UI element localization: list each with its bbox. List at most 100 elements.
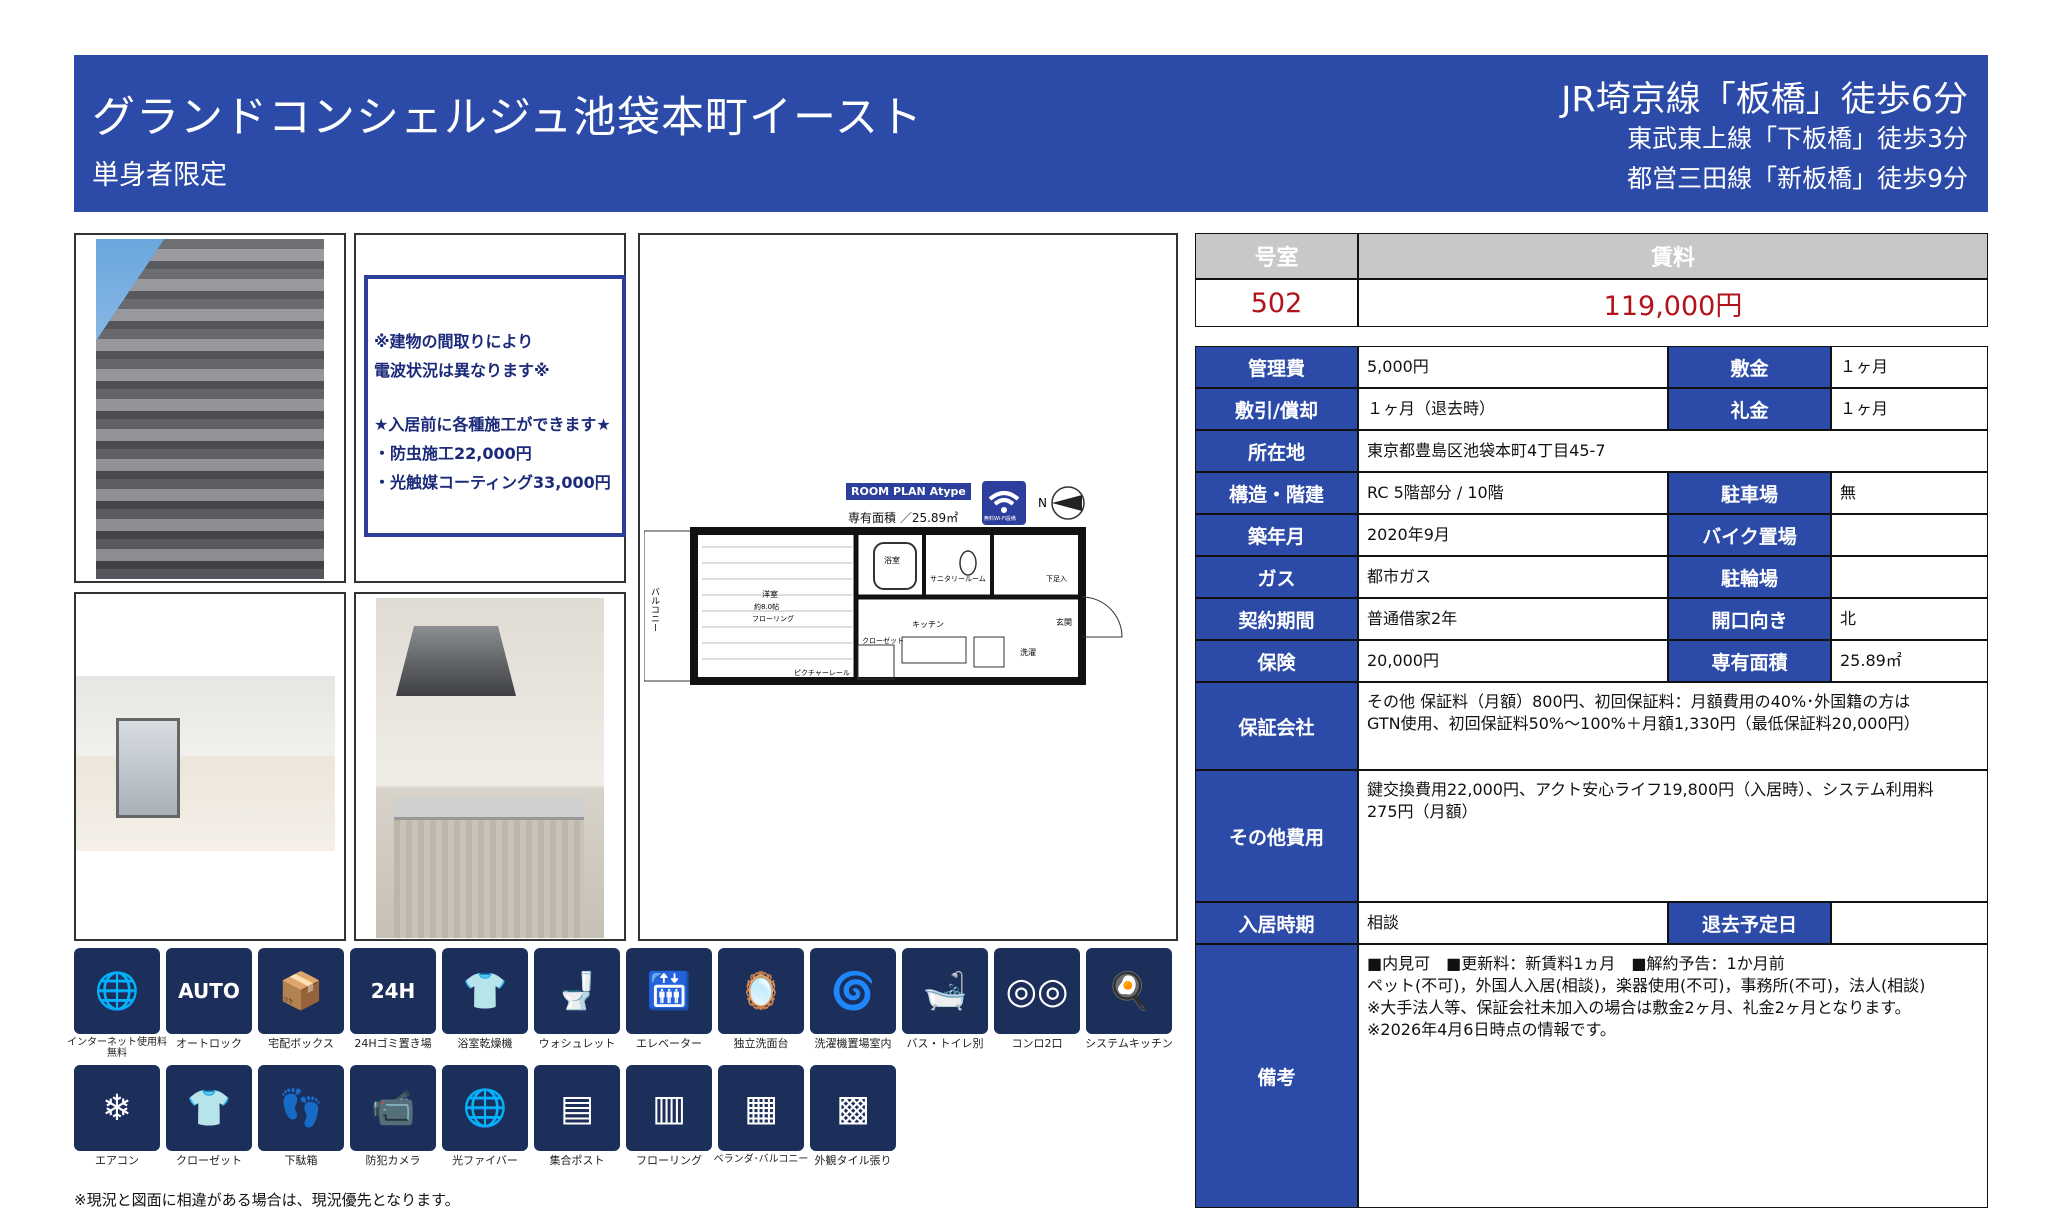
mailbox-icon: ▤ bbox=[534, 1065, 620, 1151]
amenity-label: ウォシュレット bbox=[538, 1037, 616, 1050]
label-bike-parking: バイク置場 bbox=[1668, 514, 1831, 556]
interior-photo-frame bbox=[74, 592, 346, 941]
property-title: グランドコンシェルジュ池袋本町イースト bbox=[92, 93, 923, 143]
washbasin-icon: 🪞 bbox=[718, 948, 804, 1034]
amenity-label: クローゼット bbox=[176, 1154, 242, 1167]
label-insurance: 保険 bbox=[1195, 640, 1358, 682]
amenity-label: バス・トイレ別 bbox=[906, 1037, 984, 1050]
amenity-label: オートロック bbox=[176, 1037, 242, 1050]
plan-area-label: 専有面積 ／25.89㎡ bbox=[848, 511, 959, 525]
auto-lock-icon: AUTO bbox=[166, 948, 252, 1034]
value-address: 東京都豊島区池袋本町4丁目45-7 bbox=[1358, 430, 1988, 472]
floor-plan-drawing: バルコニー 洋室 約8.0帖 フローリング 浴室 サニタリールーム キッチン ク… bbox=[644, 527, 1123, 685]
amenity-label: ベランダ･バルコニー bbox=[713, 1154, 809, 1165]
plan-label-entrance: 玄関 bbox=[1056, 617, 1072, 627]
value-contract: 普通借家2年 bbox=[1358, 598, 1668, 640]
amenity-label: エアコン bbox=[95, 1154, 139, 1167]
plan-label-closet: クローゼット bbox=[862, 636, 904, 645]
property-subtitle: 単身者限定 bbox=[92, 160, 227, 191]
delivery-box-icon: 📦 bbox=[258, 948, 344, 1034]
kitchen-photo-frame bbox=[354, 592, 626, 941]
notice-frame: ※建物の間取りにより 電波状況は異なります※ ★入居前に各種施工ができます★ ・… bbox=[354, 233, 626, 583]
amenity-label: インターネット使用料無料 bbox=[67, 1037, 167, 1059]
label-guarantor: 保証会社 bbox=[1195, 682, 1358, 770]
amenity-label: 24Hゴミ置き場 bbox=[354, 1037, 432, 1050]
compass-icon: N bbox=[1036, 485, 1086, 521]
plan-label-flooring: フローリング bbox=[752, 614, 794, 623]
tile-exterior-icon: ▩ bbox=[810, 1065, 896, 1151]
label-key-money: 礼金 bbox=[1668, 388, 1831, 430]
label-direction: 開口向き bbox=[1668, 598, 1831, 640]
value-remarks: ■内見可 ■更新料：新賃料1ヵ月 ■解約予告：1か月前 ペット(不可)，外国人入… bbox=[1358, 944, 1988, 1208]
rent-value: 119,000円 bbox=[1358, 279, 1988, 327]
plan-label-washer: 洗濯 bbox=[1020, 647, 1036, 657]
amenity-label: コンロ2口 bbox=[1011, 1037, 1063, 1050]
elevator-icon: 🛗 bbox=[626, 948, 712, 1034]
indoor-washer-icon: 🌀 bbox=[810, 948, 896, 1034]
rent-header: 賃料 bbox=[1358, 233, 1988, 279]
notice-card: ※建物の間取りにより 電波状況は異なります※ ★入居前に各種施工ができます★ ・… bbox=[364, 275, 626, 537]
amenity-label: 外観タイル張り bbox=[814, 1154, 892, 1167]
value-other-fees: 鍵交換費用22,000円、アクト安心ライフ19,800円（入居時）、システム利用… bbox=[1358, 770, 1988, 902]
value-parking: 無 bbox=[1831, 472, 1988, 514]
value-built: 2020年9月 bbox=[1358, 514, 1668, 556]
amenity-grid: 🌐 インターネット使用料無料 AUTO オートロック 📦 宅配ボックス 24H 24Hゴミ置き… bbox=[67, 948, 1184, 1178]
value-key-money: １ヶ月 bbox=[1831, 388, 1988, 430]
wifi-label: 無料Wi-Fi設備 bbox=[984, 516, 1016, 522]
kitchen-counter bbox=[394, 798, 584, 820]
notice-line: ・光触媒コーティング33,000円 bbox=[374, 473, 611, 492]
bath-toilet-separate-icon: 🛁 bbox=[902, 948, 988, 1034]
station-access-2: 東武東上線「下板橋」徒歩3分 bbox=[1627, 124, 1968, 153]
amenity-label: 集合ポスト bbox=[549, 1154, 605, 1167]
internet-icon: 🌐 bbox=[74, 948, 160, 1034]
washlet-icon: 🚽 bbox=[534, 948, 620, 1034]
label-structure: 構造・階建 bbox=[1195, 472, 1358, 514]
header-banner: グランドコンシェルジュ池袋本町イースト 単身者限定 JR埼京線「板橋」徒歩6分 … bbox=[74, 55, 1988, 212]
value-gas: 都市ガス bbox=[1358, 556, 1668, 598]
plan-label-balcony: バルコニー bbox=[649, 587, 660, 632]
security-camera-icon: 📹 bbox=[350, 1065, 436, 1151]
label-floor-area: 専有面積 bbox=[1668, 640, 1831, 682]
floor-plan-frame: ROOM PLAN Atype 専有面積 ／25.89㎡ 無料Wi-Fi設備 N… bbox=[638, 233, 1178, 941]
station-access-1: JR埼京線「板橋」徒歩6分 bbox=[1561, 80, 1968, 120]
garbage-24h-icon: 24H bbox=[350, 948, 436, 1034]
value-bicycle-parking bbox=[1831, 556, 1988, 598]
label-move-out: 退去予定日 bbox=[1668, 902, 1831, 944]
room-number-header: 号室 bbox=[1195, 233, 1358, 279]
plan-label-picture-rail: ピクチャーレール bbox=[794, 669, 850, 677]
label-deposit: 敷金 bbox=[1668, 346, 1831, 388]
notice-line: ・防虫施工22,000円 bbox=[374, 444, 532, 463]
amenity-label: フローリング bbox=[636, 1154, 702, 1167]
room-interior-photo bbox=[76, 676, 335, 851]
amenity-label: エレベーター bbox=[636, 1037, 702, 1050]
amenity-label: システムキッチン bbox=[1085, 1037, 1173, 1050]
amenity-label: 下駄箱 bbox=[284, 1154, 318, 1167]
notice-line: ★入居前に各種施工ができます★ bbox=[374, 415, 611, 434]
window bbox=[116, 718, 180, 818]
wifi-icon: 無料Wi-Fi設備 bbox=[982, 481, 1026, 525]
label-built: 築年月 bbox=[1195, 514, 1358, 556]
room-plan-tag: ROOM PLAN Atype bbox=[846, 483, 971, 500]
closet-icon: 👕 bbox=[166, 1065, 252, 1151]
bathroom-dryer-icon: 👕 bbox=[442, 948, 528, 1034]
value-bike-parking bbox=[1831, 514, 1988, 556]
amenity-label: 宅配ボックス bbox=[268, 1037, 334, 1050]
label-bicycle-parking: 駐輪場 bbox=[1668, 556, 1831, 598]
svg-text:N: N bbox=[1038, 496, 1047, 510]
label-management-fee: 管理費 bbox=[1195, 346, 1358, 388]
plan-label-shoe: 下足入 bbox=[1046, 575, 1067, 583]
label-move-in: 入居時期 bbox=[1195, 902, 1358, 944]
air-conditioner-icon: ❄ bbox=[74, 1065, 160, 1151]
label-shikibiki: 敷引/償却 bbox=[1195, 388, 1358, 430]
notice-line: 電波状況は異なります※ bbox=[374, 361, 550, 380]
amenity-label: 光ファイバー bbox=[452, 1154, 518, 1167]
kitchen-cabinet bbox=[394, 820, 584, 938]
value-move-in: 相談 bbox=[1358, 902, 1668, 944]
amenity-label: 洗濯機置場室内 bbox=[814, 1037, 892, 1050]
label-address: 所在地 bbox=[1195, 430, 1358, 472]
two-burner-stove-icon: ◎◎ bbox=[994, 948, 1080, 1034]
plan-label-sanitary: サニタリールーム bbox=[930, 574, 986, 583]
value-floor-area: 25.89㎡ bbox=[1831, 640, 1988, 682]
value-insurance: 20,000円 bbox=[1358, 640, 1668, 682]
plan-label-room: 洋室 bbox=[762, 589, 778, 599]
